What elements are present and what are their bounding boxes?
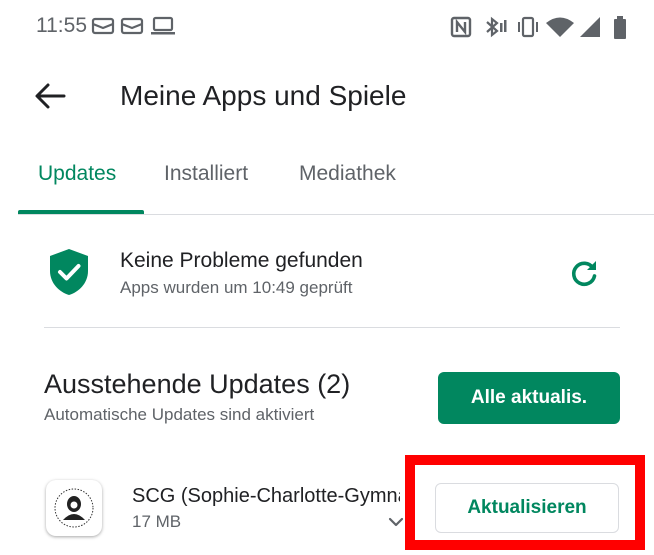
battery-icon [614,16,626,39]
tab-library[interactable]: Mediathek [299,162,396,186]
back-arrow-icon[interactable] [30,78,70,114]
status-time: 11:55 [36,14,87,37]
laptop-icon [151,16,175,35]
auto-updates-status: Automatische Updates sind aktiviert [44,405,315,424]
shield-check-icon [50,249,88,295]
app-icon[interactable] [46,480,102,536]
section-divider [44,327,620,328]
tab-installed[interactable]: Installiert [164,162,248,186]
update-all-button[interactable]: Alle aktualis. [438,372,620,424]
signal-icon [580,17,600,37]
nfc-icon [450,16,472,38]
chevron-down-icon[interactable] [386,512,406,532]
vibrate-icon [518,16,538,38]
bluetooth-icon [486,16,507,38]
app-name: SCG (Sophie-Charlotte-Gymnasium) [132,485,400,507]
refresh-icon[interactable] [566,256,602,292]
app-size: 17 MB [132,512,182,531]
mail-icon [120,17,144,35]
update-app-button[interactable]: Aktualisieren [435,483,619,533]
mail-icon [91,17,115,35]
security-status-title: Keine Probleme gefunden [120,249,363,272]
app-logo [54,488,94,528]
wifi-icon [546,17,574,37]
page-title: Meine Apps und Spiele [120,80,407,111]
tabs-divider [18,214,654,215]
security-status-subtitle: Apps wurden um 10:49 geprüft [120,278,353,297]
pending-updates-title: Ausstehende Updates (2) [44,369,351,399]
tab-updates[interactable]: Updates [38,162,116,186]
